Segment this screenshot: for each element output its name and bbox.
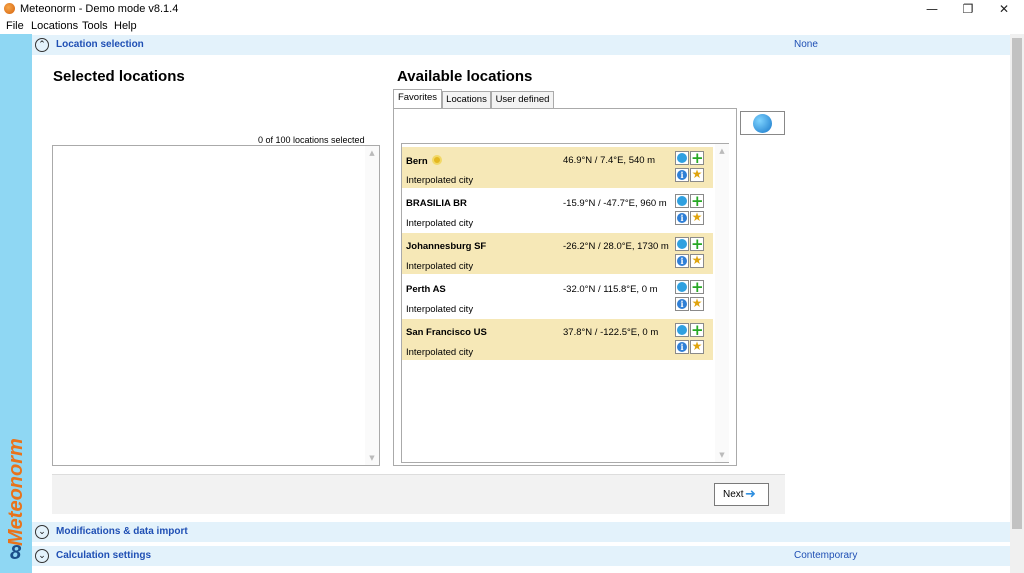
scroll-up-icon[interactable]: ▲ [365,149,379,157]
globe-icon[interactable] [675,194,689,208]
star-icon[interactable]: ★ [690,296,704,311]
app-icon [4,3,15,14]
list-item[interactable]: Johannesburg SF -26.2°N / 28.0°E, 1730 m I… [402,233,713,274]
location-coordinates: 37.8°N / -122.5°E, 0 m [563,327,659,338]
info-icon[interactable]: i [675,297,689,311]
sun-icon [431,155,442,165]
window-title: Meteonorm - Demo mode v8.1.4 [20,3,179,15]
tab-favorites[interactable]: Favorites [393,89,442,109]
section-title: Location selection [56,39,144,50]
location-coordinates: 46.9°N / 7.4°E, 540 m [563,155,656,166]
location-name: Johannesburg SF [406,241,487,252]
close-button[interactable]: ✕ [986,0,1022,18]
section-modifications[interactable]: ⌄ Modifications & data import [32,522,1010,542]
info-icon[interactable]: i [675,211,689,225]
location-type: Interpolated city [406,304,474,315]
arrow-right-icon: ➜ [745,487,756,502]
restore-button[interactable]: ❐ [950,0,986,18]
add-icon[interactable]: + [690,235,704,253]
brand-version-number: 8 [10,542,22,564]
list-item[interactable]: Bern 46.9°N / 7.4°E, 540 m Interpolated ci… [402,147,713,188]
star-icon[interactable]: ★ [690,253,704,268]
info-icon[interactable]: i [675,254,689,268]
add-icon[interactable]: + [690,321,704,339]
star-icon[interactable]: ★ [690,167,704,182]
location-name: San Francisco US [406,327,487,338]
section-value: None [794,39,818,50]
navigation-footer [52,474,785,514]
list-item[interactable]: Perth AS -32.0°N / 115.8°E, 0 m Interpolat… [402,276,713,317]
section-title: Calculation settings [56,550,152,561]
selected-locations-heading: Selected locations [53,68,185,85]
selection-count: 0 of 100 locations selected [258,135,365,145]
location-type: Interpolated city [406,347,474,358]
star-icon[interactable]: ★ [690,339,704,354]
location-name: Bern [406,155,442,167]
selected-list-scrollbar[interactable]: ▲ ▼ [365,146,379,465]
add-icon[interactable]: + [690,149,704,167]
chevron-down-icon[interactable]: ⌄ [35,525,49,539]
menu-file[interactable]: File [6,20,24,32]
location-type: Interpolated city [406,175,474,186]
globe-icon[interactable] [675,151,689,165]
add-icon[interactable]: + [690,278,704,296]
selected-locations-list[interactable]: ▲ ▼ [52,145,380,466]
globe-icon[interactable] [675,323,689,337]
list-item[interactable]: BRASILIA BR -15.9°N / -47.7°E, 960 m Inter… [402,190,713,231]
info-icon[interactable]: i [675,168,689,182]
section-title: Modifications & data import [56,526,188,537]
location-coordinates: -26.2°N / 28.0°E, 1730 m [563,241,669,252]
chevron-up-icon[interactable]: ⌃ [35,38,49,52]
next-button-label: Next [723,489,744,500]
add-icon[interactable]: + [690,192,704,210]
next-button[interactable]: Next ➜ [714,483,769,506]
list-item[interactable]: San Francisco US 37.8°N / -122.5°E, 0 m In… [402,319,713,360]
section-location-selection[interactable]: ⌃ Location selection None [32,35,1010,55]
section-value: Contemporary [794,550,858,561]
minimize-button[interactable]: — [914,0,950,18]
location-name: BRASILIA BR [406,198,467,209]
menu-locations[interactable]: Locations [31,20,78,32]
menu-help[interactable]: Help [114,20,137,32]
globe-icon[interactable] [675,237,689,251]
location-type: Interpolated city [406,218,474,229]
tab-locations[interactable]: Locations [442,91,491,108]
available-list-scrollbar[interactable]: ▲ ▼ [715,144,729,462]
location-coordinates: -15.9°N / -47.7°E, 960 m [563,198,667,209]
scroll-down-icon[interactable]: ▼ [715,451,729,459]
main-scrollbar[interactable] [1010,34,1024,573]
menu-bar: File Locations Tools Help [0,18,1024,34]
globe-icon [753,114,772,133]
location-name: Perth AS [406,284,446,295]
title-bar: Meteonorm - Demo mode v8.1.4 — ❐ ✕ [0,0,1024,18]
menu-tools[interactable]: Tools [82,20,108,32]
star-icon[interactable]: ★ [690,210,704,225]
scroll-down-icon[interactable]: ▼ [365,454,379,462]
scroll-up-icon[interactable]: ▲ [715,147,729,155]
brand-logo-text: Meteonorm [5,438,27,546]
chevron-down-icon[interactable]: ⌄ [35,549,49,563]
location-type: Interpolated city [406,261,474,272]
scrollbar-thumb[interactable] [1012,38,1022,529]
available-locations-heading: Available locations [397,68,533,85]
info-icon[interactable]: i [675,340,689,354]
globe-icon[interactable] [675,280,689,294]
map-globe-button[interactable] [740,111,785,135]
brand-strip: Meteonorm 8 [0,34,32,573]
tab-user-defined[interactable]: User defined [491,91,554,108]
section-calculation-settings[interactable]: ⌄ Calculation settings Contemporary [32,546,1010,566]
location-coordinates: -32.0°N / 115.8°E, 0 m [563,284,658,295]
